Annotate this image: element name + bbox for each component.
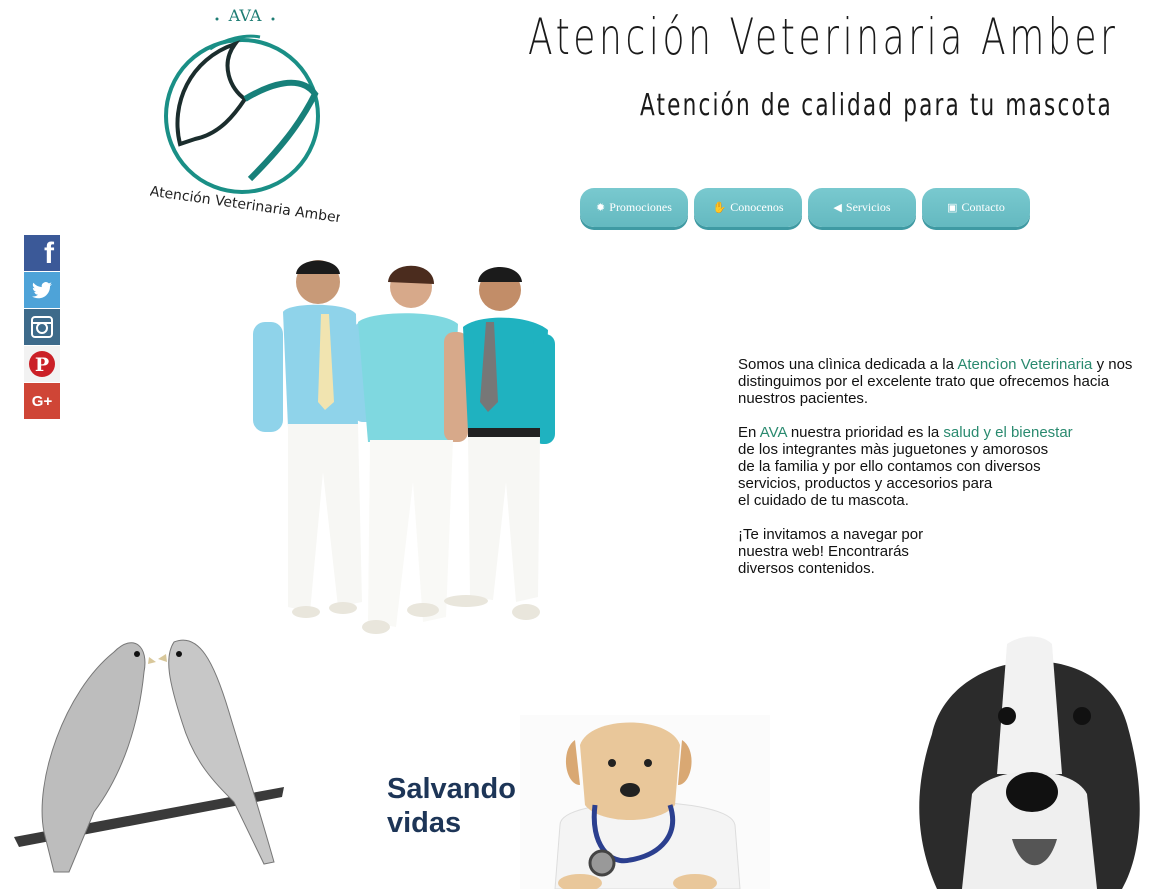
intro-text-span: el cuidado de tu mascota. — [738, 492, 909, 509]
nav-label: Conocenos — [730, 200, 784, 214]
site-title: Atención Veterinaria Amber — [528, 8, 1119, 66]
intro-paragraph-2: En AVA nuestra prioridad es la salud y e… — [738, 424, 1158, 509]
pinterest-link[interactable]: P — [24, 346, 60, 382]
tagline: Salvando vidas — [387, 772, 537, 840]
intro-text-span: Somos una clìnica dedicada a la — [738, 356, 958, 373]
nav-label: Servicios — [845, 200, 891, 214]
intro-paragraph-1: Somos una clìnica dedicada a la Atencìon… — [738, 356, 1158, 407]
intro-text: Somos una clìnica dedicada a la Atencìon… — [738, 356, 1158, 594]
instagram-icon — [31, 316, 53, 338]
birds-image — [14, 632, 286, 882]
svg-text:AVA: AVA — [228, 6, 262, 25]
gear-icon: ✹ — [596, 202, 606, 214]
instagram-link[interactable] — [24, 309, 60, 345]
highlight-text: AVA — [759, 424, 787, 441]
google-plus-link[interactable]: G+ — [24, 383, 60, 419]
intro-paragraph-3: ¡Te invitamos a navegar por nuestra web!… — [738, 526, 1158, 577]
megaphone-icon: ◀ — [833, 202, 842, 214]
facebook-link[interactable]: f — [24, 235, 60, 271]
google-plus-icon: G+ — [31, 392, 53, 410]
twitter-icon — [32, 281, 52, 298]
intro-text-span: nuestra prioridad es la — [786, 424, 944, 441]
twitter-link[interactable] — [24, 272, 60, 308]
nav-promociones-button[interactable]: ✹ Promociones — [580, 188, 688, 227]
team-photo — [248, 252, 563, 642]
highlight-text: salud y el bienestar — [943, 424, 1073, 441]
main-nav: ✹ Promociones ✋ Conocenos ◀ Servicios ▣ … — [580, 188, 1030, 227]
intro-text-span: ¡Te invitamos a navegar por — [738, 526, 924, 543]
highlight-text: Atencìon Veterinaria — [957, 356, 1093, 373]
intro-text-span: de los integrantes màs juguetones y amor… — [738, 441, 1049, 458]
vet-puppy-image — [520, 715, 770, 889]
tagline-line: vidas — [387, 807, 462, 839]
intro-text-span: diversos contenidos. — [738, 560, 875, 577]
intro-text-span: de la familia y por ello contamos con di… — [738, 458, 1041, 475]
nav-label: Contacto — [961, 200, 1005, 214]
svg-text:P: P — [35, 354, 49, 376]
intro-text-span: servicios, productos y accesorios para — [738, 475, 993, 492]
nav-conocenos-button[interactable]: ✋ Conocenos — [694, 188, 802, 227]
facebook-icon: f — [44, 237, 54, 270]
id-card-icon: ▣ — [947, 202, 958, 214]
nav-contacto-button[interactable]: ▣ Contacto — [922, 188, 1030, 227]
site-subtitle: Atención de calidad para tu mascota — [640, 88, 1113, 123]
intro-text-span: nuestra web! Encontrarás — [738, 543, 909, 560]
hand-icon: ✋ — [712, 202, 727, 214]
pinterest-icon: P — [29, 351, 55, 377]
nav-servicios-button[interactable]: ◀ Servicios — [808, 188, 916, 227]
logo-graphic: AVA Atención Veterinaria Amber — [149, 6, 343, 226]
tagline-line: Salvando — [387, 773, 516, 805]
social-links: f P G+ — [24, 235, 60, 419]
dog-image — [912, 624, 1144, 889]
intro-text-span: En — [738, 424, 760, 441]
site-logo[interactable]: AVA Atención Veterinaria Amber — [149, 4, 343, 226]
nav-label: Promociones — [609, 200, 672, 214]
